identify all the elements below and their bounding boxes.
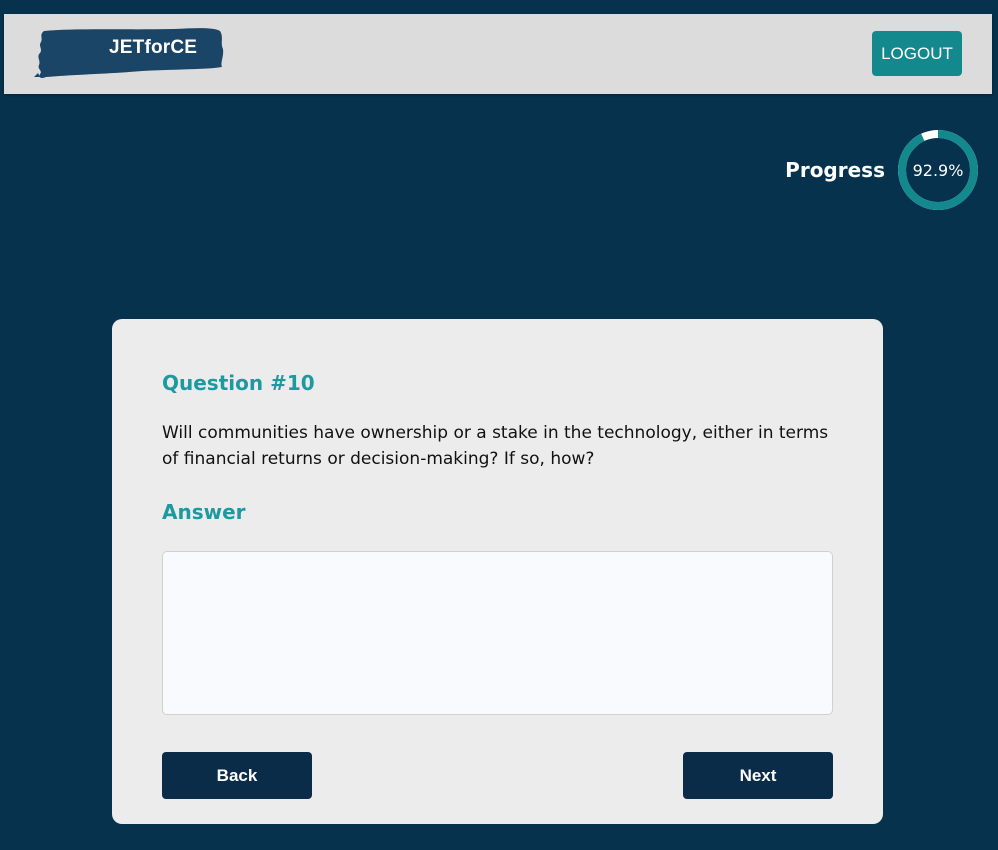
question-title: Question #10: [162, 371, 315, 395]
top-header: JETforCE LOGOUT: [4, 14, 992, 94]
next-button[interactable]: Next: [683, 752, 833, 799]
question-card: Question #10 Will communities have owner…: [112, 319, 883, 824]
jetforce-logo[interactable]: JETforCE: [34, 27, 224, 81]
progress-label: Progress: [785, 158, 885, 182]
back-button[interactable]: Back: [162, 752, 312, 799]
question-text: Will communities have ownership or a sta…: [162, 423, 829, 469]
progress-indicator: Progress 92.9%: [785, 129, 979, 211]
progress-ring: 92.9%: [897, 129, 979, 211]
logout-button[interactable]: LOGOUT: [872, 31, 962, 76]
answer-input[interactable]: [162, 551, 833, 715]
logo-text: JETforCE: [109, 37, 198, 58]
progress-value: 92.9%: [912, 160, 964, 180]
answer-label: Answer: [162, 500, 246, 524]
